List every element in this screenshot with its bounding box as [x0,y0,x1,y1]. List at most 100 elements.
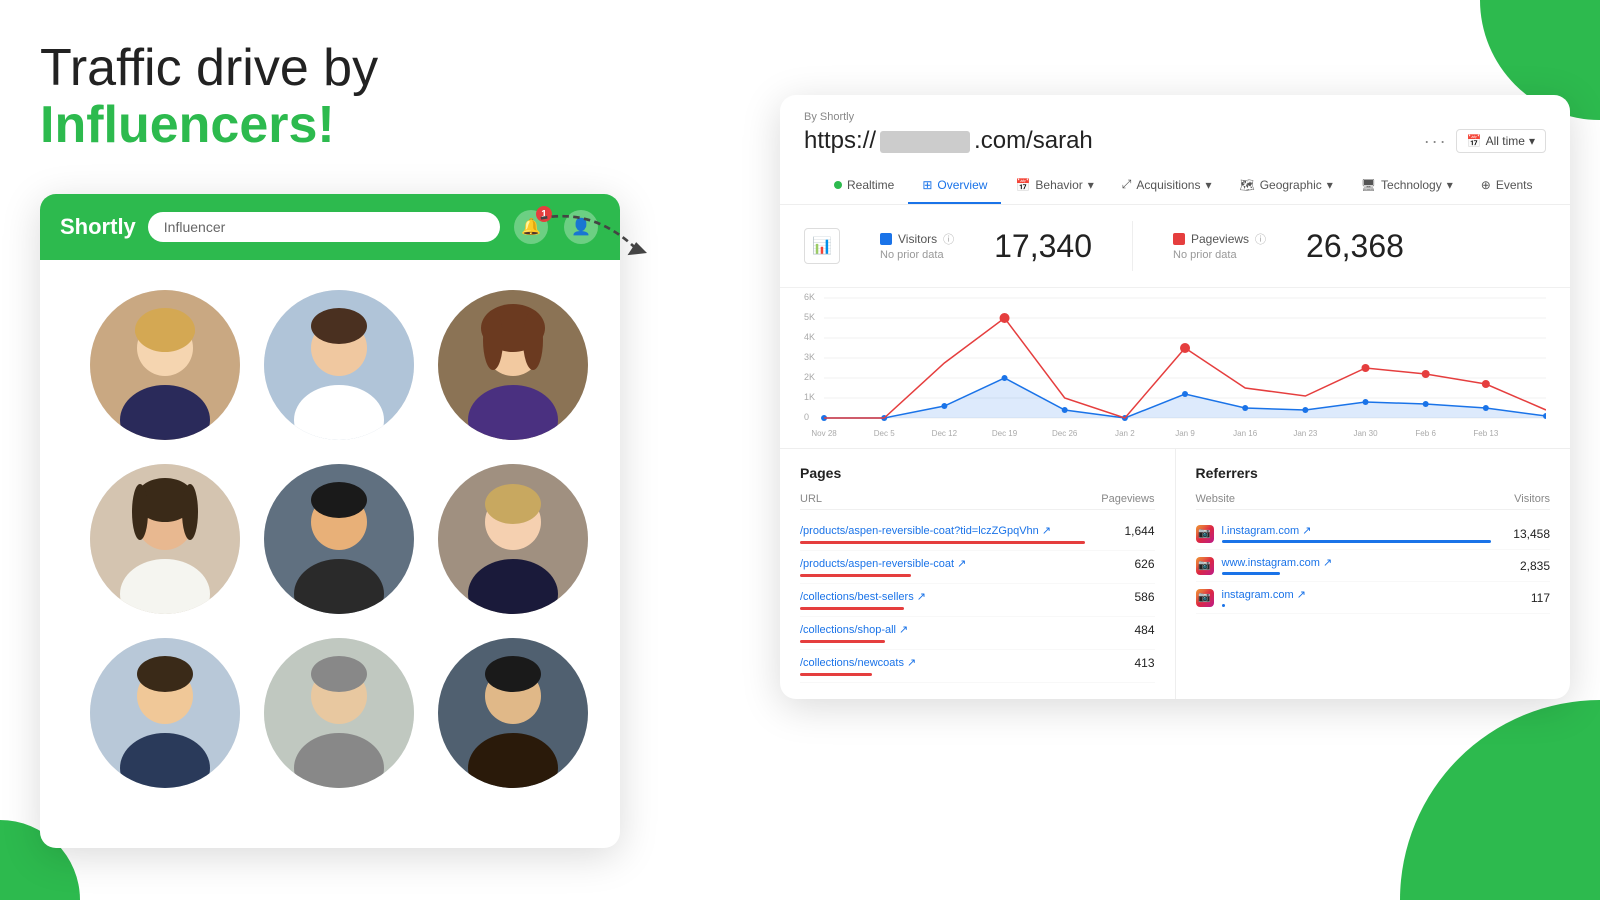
analytics-toolbar: ··· 📅 All time ▾ [1424,129,1546,153]
chart-peak-dot [1180,343,1190,353]
visitors-label-row: Visitors ⓘ [880,231,954,247]
svg-text:Dec 5: Dec 5 [874,429,895,438]
page-url-4[interactable]: /collections/shop-all ↗ [800,623,1126,643]
avatar-7[interactable] [90,638,240,788]
avatar-8[interactable] [264,638,414,788]
app-mockup: Shortly Influencer 🔔 1 👤 [40,194,620,848]
pages-section: Pages URL Pageviews /products/aspen-reve… [780,449,1176,699]
page-url-1[interactable]: /products/aspen-reversible-coat?tid=lczZ… [800,524,1116,544]
tab-geographic[interactable]: 🗺 Geographic ▾ [1225,168,1346,204]
svg-text:Jan 2: Jan 2 [1115,429,1135,438]
divider [1132,221,1133,271]
svg-text:5K: 5K [804,312,815,322]
svg-text:Jan 30: Jan 30 [1353,429,1378,438]
bottom-sections: Pages URL Pageviews /products/aspen-reve… [780,448,1570,699]
svg-text:Dec 12: Dec 12 [932,429,958,438]
svg-text:Nov 28: Nov 28 [811,429,837,438]
chart-dot [1483,405,1489,411]
chevron-geographic-icon: ▾ [1327,178,1333,192]
left-panel: Traffic drive by Influencers! Shortly In… [40,40,620,848]
avatar-3[interactable] [438,290,588,440]
geographic-icon: 🗺 [1239,178,1254,192]
svg-text:Feb 6: Feb 6 [1415,429,1436,438]
tab-behavior[interactable]: 📅 Behavior ▾ [1001,168,1107,204]
website-column-header: Website [1196,493,1236,505]
avatar-1[interactable] [90,290,240,440]
svg-text:Feb 13: Feb 13 [1473,429,1498,438]
blob-bottom-right [1400,700,1600,900]
avatar-9[interactable] [438,638,588,788]
chart-peak-dot [1422,370,1430,378]
url-bar [800,574,911,577]
search-input[interactable]: Influencer [148,212,500,242]
chart-peak-dot [1000,313,1010,323]
svg-text:6K: 6K [804,292,815,302]
page-url-2[interactable]: /products/aspen-reversible-coat ↗ [800,557,1126,577]
avatar-4[interactable] [90,464,240,614]
ref-link-block-2: www.instagram.com ↗ [1222,556,1512,575]
tab-technology-label: Technology [1381,178,1442,192]
page-url-5[interactable]: /collections/newcoats ↗ [800,656,1126,676]
svg-text:1K: 1K [804,392,815,402]
ref-link-block-3: instagram.com ↗ [1222,588,1523,607]
chart-area: 6K 5K 4K 3K 2K 1K 0 [780,288,1570,448]
analytics-nav: Realtime ⊞ Overview 📅 Behavior ▾ ⤢ Acqui… [804,167,1546,204]
chart-toggle-icon[interactable]: 📊 [804,228,840,264]
url-prefix: https:// [804,127,876,154]
chart-dot [1182,391,1188,397]
chart-dot [941,403,947,409]
technology-icon: 🖥 [1361,178,1376,192]
pageviews-column-header: Pageviews [1101,493,1154,505]
visitors-color-box [880,233,892,245]
tab-events-label: Events [1496,178,1533,192]
ref-link-1[interactable]: l.instagram.com ↗ [1222,524,1506,537]
line-chart: 6K 5K 4K 3K 2K 1K 0 [804,288,1546,438]
visitors-label: Visitors [898,232,937,246]
url-suffix: .com/sarah [974,127,1093,154]
pageview-count-1: 1,644 [1124,524,1154,538]
more-button[interactable]: ··· [1424,131,1448,152]
pageviews-value: 26,368 [1306,228,1404,265]
chart-peak-dot [1362,364,1370,372]
time-filter-dropdown[interactable]: 📅 All time ▾ [1456,129,1546,153]
pageviews-color-box [1173,233,1185,245]
tab-acquisitions[interactable]: ⤢ Acquisitions ▾ [1108,167,1226,204]
tab-events[interactable]: ⊕ Events [1467,168,1547,204]
referrers-section: Referrers Website Visitors 📷 l.instagram… [1176,449,1571,699]
analytics-url-row: https:// .com/sarah ··· 📅 All time ▾ [804,127,1546,155]
svg-text:2K: 2K [804,372,815,382]
svg-text:4K: 4K [804,332,815,342]
ref-row: 📷 www.instagram.com ↗ 2,835 [1196,550,1551,582]
headline: Traffic drive by Influencers! [40,40,620,154]
avatar-6[interactable] [438,464,588,614]
chevron-down-icon: ▾ [1529,134,1535,148]
page-url-3[interactable]: /collections/best-sellers ↗ [800,590,1126,610]
tab-overview[interactable]: ⊞ Overview [908,168,1001,204]
app-logo: Shortly [60,214,136,240]
visitors-info-icon: ⓘ [943,231,954,247]
table-row: /collections/newcoats ↗ 413 [800,650,1155,683]
analytics-panel: By Shortly https://.com/sarah ··· 📅 All … [780,95,1570,699]
tab-technology[interactable]: 🖥 Technology ▾ [1347,168,1467,204]
ref-link-3[interactable]: instagram.com ↗ [1222,588,1523,601]
chevron-acquisitions-icon: ▾ [1205,178,1211,192]
headline-highlight: Influencers! [40,96,335,154]
pageviews-label: Pageviews [1191,232,1249,246]
avatar-2[interactable] [264,290,414,440]
table-row: /products/aspen-reversible-coat ↗ 626 [800,551,1155,584]
ref-link-2[interactable]: www.instagram.com ↗ [1222,556,1512,569]
ref-row: 📷 l.instagram.com ↗ 13,458 [1196,518,1551,550]
dashed-arrow [530,195,660,285]
ref-bar-2 [1222,572,1280,575]
visitors-value: 17,340 [994,228,1092,265]
avatar-5[interactable] [264,464,414,614]
tab-realtime[interactable]: Realtime [820,168,908,204]
ref-link-block-1: l.instagram.com ↗ [1222,524,1506,543]
chevron-behavior-icon: ▾ [1088,178,1094,192]
ref-count-3: 117 [1531,591,1550,605]
url-bar [800,640,885,643]
ref-count-1: 13,458 [1513,527,1550,541]
svg-text:Jan 9: Jan 9 [1175,429,1195,438]
url-blur [880,131,970,153]
chart-dot [1062,407,1068,413]
